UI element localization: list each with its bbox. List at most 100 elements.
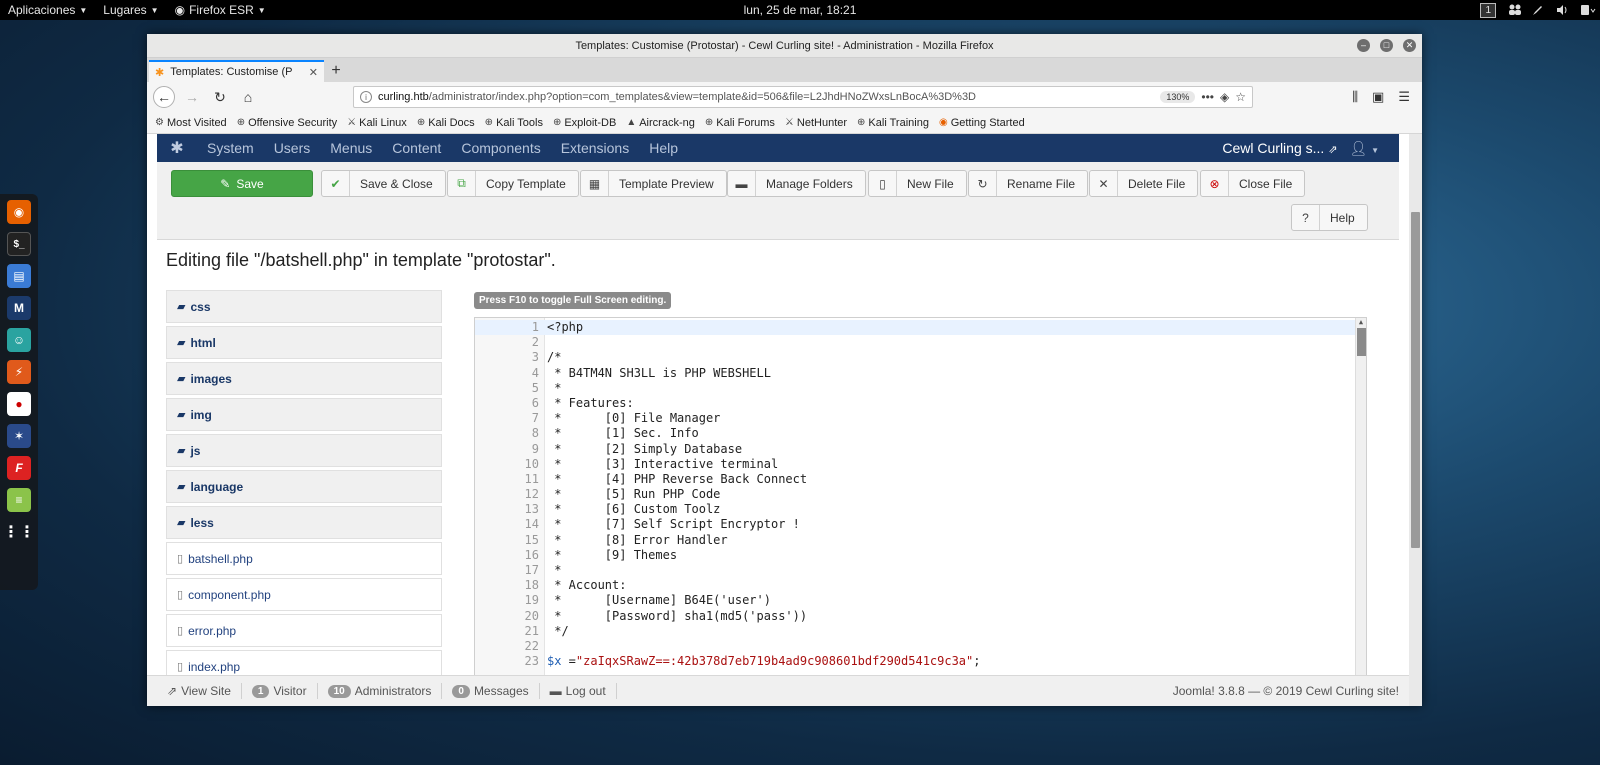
browser-tab-active[interactable]: ✱ Templates: Customise (P ✕ [149,60,324,82]
page-scrollbar[interactable] [1409,134,1422,706]
close-window-button[interactable]: ✕ [1403,39,1416,52]
page-actions-icon[interactable]: ••• [1201,90,1214,104]
menu-components[interactable]: Components [451,140,550,156]
notes-launcher-icon[interactable]: ≡ [7,488,31,512]
code-line[interactable]: 20 * [Password] sha1(md5('pass')) [475,609,1355,624]
bookmark-nethunter[interactable]: ⚔ NetHunter [785,117,847,129]
code-line[interactable]: 8 * [1] Sec. Info [475,426,1355,441]
minimize-button[interactable]: – [1357,39,1370,52]
power-menu-icon[interactable] [1580,4,1596,16]
administrators-status[interactable]: 10 Administrators [318,683,443,699]
show-applications-icon[interactable]: ⋮⋮ [3,520,35,544]
menu-menus[interactable]: Menus [320,140,382,156]
editor-scroll-thumb[interactable] [1357,328,1366,356]
faraday-launcher-icon[interactable]: F [7,456,31,480]
help-button[interactable]: ? Help [1291,204,1368,231]
places-menu[interactable]: Lugares ▼ [95,0,166,20]
bookmark-getting-started[interactable]: ◉ Getting Started [939,117,1025,129]
armitage-launcher-icon[interactable]: ☺ [7,328,31,352]
bookmark-offensive-security[interactable]: ⊕ Offensive Security [237,117,337,129]
joomla-logo-icon[interactable]: ✱ [157,138,197,158]
code-line[interactable]: 5 * [475,381,1355,396]
beef-launcher-icon[interactable]: ✶ [7,424,31,448]
code-line[interactable]: 14 * [7] Self Script Encryptor ! [475,517,1355,532]
pocket-icon[interactable]: ◈ [1220,90,1229,104]
bookmark-kali-training[interactable]: ⊕ Kali Training [857,117,929,129]
code-line[interactable]: 9 * [2] Simply Database [475,442,1355,457]
sidebar-icon[interactable]: ▣ [1372,89,1384,105]
delete-file-button[interactable]: ✕ Delete File [1089,170,1199,197]
code-line[interactable]: 7 * [0] File Manager [475,411,1355,426]
editor-scrollbar[interactable]: ▲ [1355,318,1366,706]
bookmark-star-icon[interactable]: ☆ [1235,90,1246,104]
bookmark-kali-forums[interactable]: ⊕ Kali Forums [705,117,775,129]
bookmark-aircrack-ng[interactable]: ▲ Aircrack-ng [626,117,695,129]
folder-less[interactable]: ▰ less [166,506,442,539]
home-button[interactable]: ⌂ [237,86,259,108]
code-line[interactable]: 1 <?php [475,320,1355,336]
url-bar[interactable]: i curling.htb/administrator/index.php?op… [353,86,1253,108]
code-line[interactable]: 13 * [6] Custom Toolz [475,502,1355,517]
save-button[interactable]: ✎ Save [171,170,313,197]
bookmark-kali-linux[interactable]: ⚔ Kali Linux [347,117,407,129]
bookmark-kali-tools[interactable]: ⊕ Kali Tools [485,117,543,129]
code-line[interactable]: 6 * Features: [475,396,1355,411]
url-text[interactable]: curling.htb/administrator/index.php?opti… [378,91,1154,103]
folder-images[interactable]: ▰ images [166,362,442,395]
visitors-status[interactable]: 1 Visitor [242,683,318,699]
applications-menu[interactable]: Aplicaciones ▼ [0,0,95,20]
metasploit-launcher-icon[interactable]: M [7,296,31,320]
file-error-php[interactable]: ▯ error.php [166,614,442,647]
code-line[interactable]: 21 */ [475,624,1355,639]
file-component-php[interactable]: ▯ component.php [166,578,442,611]
close-tab-icon[interactable]: ✕ [309,66,318,79]
folder-img[interactable]: ▰ img [166,398,442,431]
code-line[interactable]: 4 * B4TM4N SH3LL is PHP WEBSHELL [475,366,1355,381]
scroll-up-icon[interactable]: ▲ [1356,318,1366,328]
firefox-launcher-icon[interactable]: ◉ [7,200,31,224]
new-file-button[interactable]: ▯ New File [868,170,967,197]
manage-folders-button[interactable]: ▬ Manage Folders [727,170,866,197]
code-line[interactable]: 18 * Account: [475,578,1355,593]
volume-icon[interactable] [1556,4,1568,16]
close-file-button[interactable]: ⊗ Close File [1200,170,1306,197]
menu-users[interactable]: Users [264,140,321,156]
rename-file-button[interactable]: ↻ Rename File [968,170,1089,197]
menu-extensions[interactable]: Extensions [551,140,639,156]
window-titlebar[interactable]: Templates: Customise (Protostar) - Cewl … [147,34,1422,58]
workspace-indicator[interactable]: 1 [1480,2,1496,18]
code-line[interactable]: 12 * [5] Run PHP Code [475,487,1355,502]
code-line[interactable]: 10 * [3] Interactive terminal [475,457,1355,472]
files-launcher-icon[interactable]: ▤ [7,264,31,288]
hamburger-menu-icon[interactable]: ☰ [1398,89,1410,105]
logout-link[interactable]: ▬ Log out [540,683,617,699]
folder-css[interactable]: ▰ css [166,290,442,323]
save-close-button[interactable]: ✔ Save & Close [321,170,446,197]
burpsuite-launcher-icon[interactable]: ⚡ [7,360,31,384]
zoom-level-button[interactable]: 130% [1160,91,1196,103]
code-line[interactable]: 11 * [4] PHP Reverse Back Connect [475,472,1355,487]
library-icon[interactable]: ⫼ [1352,89,1358,105]
user-menu[interactable]: 👤︎ ▼ [1349,140,1399,157]
browser-app-menu[interactable]: ◉ Firefox ESR ▼ [167,0,274,20]
code-line[interactable]: 16 * [9] Themes [475,548,1355,563]
bookmark-kali-docs[interactable]: ⊕ Kali Docs [417,117,475,129]
code-line[interactable]: 3 /* [475,350,1355,365]
menu-help[interactable]: Help [639,140,688,156]
code-line[interactable]: 15 * [8] Error Handler [475,533,1355,548]
maltego-launcher-icon[interactable]: ● [7,392,31,416]
view-site-link[interactable]: ⇗ View Site [157,683,242,699]
terminal-launcher-icon[interactable]: $_ [7,232,31,256]
code-line[interactable]: 17 * [475,563,1355,578]
file-batshell-php[interactable]: ▯ batshell.php [166,542,442,575]
forward-button[interactable]: → [181,86,203,108]
code-line[interactable]: 19 * [Username] B64E('user') [475,593,1355,608]
bookmark-exploit-db[interactable]: ⊕ Exploit-DB [553,117,616,129]
folder-js[interactable]: ▰ js [166,434,442,467]
code-line[interactable]: 23 $x ="zaIqxSRawZ==:42b378d7eb719b4ad9c9… [475,654,1355,669]
site-info-icon[interactable]: i [360,91,372,103]
reload-button[interactable]: ↻ [209,86,231,108]
code-line[interactable]: 22 [475,639,1355,654]
page-scroll-thumb[interactable] [1411,212,1420,548]
copy-template-button[interactable]: ⧉ Copy Template [447,170,579,197]
